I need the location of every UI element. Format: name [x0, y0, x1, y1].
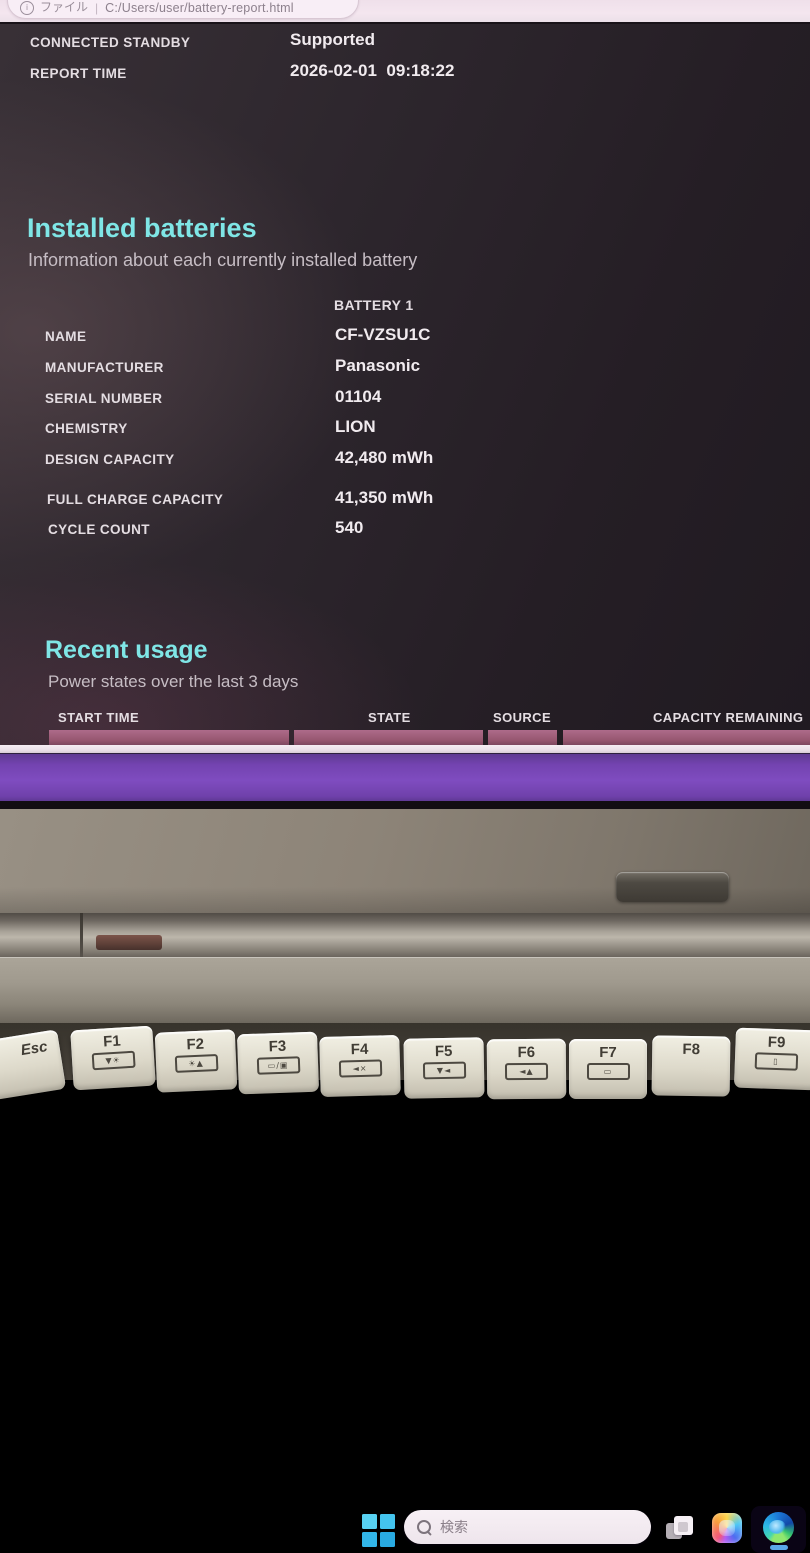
table-row-cell	[294, 730, 483, 745]
brightness-down-icon: ▼☀	[91, 1051, 135, 1071]
address-scheme-label: ファイル	[40, 0, 88, 15]
key-f1: F1 ▼☀	[70, 1026, 156, 1091]
row-label: SERIAL NUMBER	[45, 391, 162, 406]
field-value: 2026-02-01 09:18:22	[290, 61, 454, 81]
edge-taskbar-button[interactable]	[751, 1506, 806, 1553]
row-label: MANUFACTURER	[45, 360, 164, 375]
address-bar[interactable]: i ファイル | C:/Users/user/battery-report.ht…	[7, 0, 359, 19]
row-label: CYCLE COUNT	[48, 522, 150, 537]
key-f3: F3 ▭/▣	[237, 1032, 319, 1095]
taskbar-search-box[interactable]: 検索	[404, 1510, 651, 1544]
start-logo-pane	[362, 1514, 377, 1529]
battery-column-header: BATTERY 1	[334, 297, 414, 313]
laptop-latch-button	[616, 872, 729, 902]
screen-lower-edge	[0, 801, 810, 809]
field-value: Supported	[290, 30, 375, 50]
volume-down-icon: ▼◄	[422, 1062, 465, 1080]
row-value: 540	[335, 518, 363, 538]
hinge-slot	[96, 935, 162, 950]
laptop-top-case	[0, 957, 810, 1023]
column-header-capacity-remaining: CAPACITY REMAINING	[653, 710, 803, 725]
key-f8: F8	[652, 1035, 731, 1096]
key-f9: F9 ▯	[734, 1028, 810, 1091]
display-icon: ▭	[587, 1063, 630, 1080]
start-logo-pane	[380, 1514, 395, 1529]
widgets-icon[interactable]	[665, 1514, 695, 1544]
section-subtitle: Power states over the last 3 days	[48, 672, 298, 692]
table-row-cell	[49, 730, 289, 745]
key-f4: F4 ◄×	[319, 1035, 401, 1097]
key-f7: F7 ▭	[569, 1039, 647, 1099]
row-value: 41,350 mWh	[335, 488, 433, 508]
key-f6: F6 ◄▲	[487, 1039, 567, 1100]
row-value: 42,480 mWh	[335, 448, 433, 468]
row-value: 01104	[335, 387, 381, 407]
field-label: CONNECTED STANDBY	[30, 35, 190, 50]
taskbar: 検索	[0, 753, 810, 802]
info-icon: i	[20, 1, 34, 15]
display-switch-icon: ▭/▣	[256, 1056, 300, 1074]
table-row-cell	[563, 730, 810, 745]
battery-icon: ▯	[754, 1052, 798, 1070]
search-icon	[417, 1520, 431, 1534]
brightness-up-icon: ☀▲	[174, 1054, 218, 1073]
battery-report-page: CONNECTED STANDBY Supported REPORT TIME …	[0, 22, 810, 755]
section-title-installed-batteries: Installed batteries	[27, 213, 257, 244]
row-label: FULL CHARGE CAPACITY	[47, 492, 223, 507]
column-header-state: STATE	[368, 710, 411, 725]
row-value: Panasonic	[335, 356, 420, 376]
row-label: NAME	[45, 329, 86, 344]
table-row-cell	[488, 730, 557, 745]
section-subtitle: Information about each currently install…	[28, 250, 417, 271]
key-f2: F2 ☀▲	[155, 1029, 238, 1092]
hinge-seam	[80, 913, 83, 957]
row-value: CF-VZSU1C	[335, 325, 430, 345]
copilot-icon[interactable]	[712, 1513, 742, 1543]
edge-active-indicator	[770, 1545, 788, 1550]
section-title-recent-usage: Recent usage	[45, 636, 208, 665]
address-separator: |	[95, 1, 98, 15]
field-label: REPORT TIME	[30, 66, 127, 81]
start-logo-pane	[380, 1532, 395, 1547]
start-logo-pane	[362, 1532, 377, 1547]
key-f5: F5 ▼◄	[403, 1037, 484, 1098]
address-url: C:/Users/user/battery-report.html	[105, 1, 294, 15]
column-header-source: SOURCE	[493, 710, 551, 725]
browser-chrome: i ファイル | C:/Users/user/battery-report.ht…	[0, 0, 810, 22]
mute-icon: ◄×	[338, 1059, 381, 1077]
row-label: DESIGN CAPACITY	[45, 452, 175, 467]
search-placeholder: 検索	[440, 1517, 468, 1537]
start-button[interactable]	[362, 1514, 395, 1547]
edge-icon	[763, 1512, 794, 1543]
row-value: LION	[335, 417, 376, 437]
volume-up-icon: ◄▲	[505, 1063, 548, 1080]
key-esc: Esc	[0, 1029, 66, 1102]
column-header-start-time: START TIME	[58, 710, 139, 725]
row-label: CHEMISTRY	[45, 421, 128, 436]
